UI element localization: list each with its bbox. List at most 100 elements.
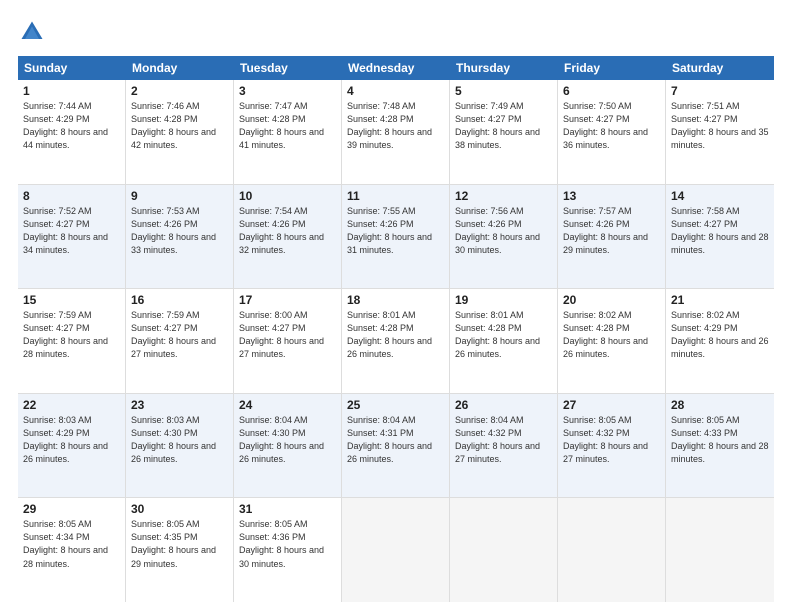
day-number: 20 bbox=[563, 293, 660, 307]
cell-info: Sunrise: 8:05 AMSunset: 4:35 PMDaylight:… bbox=[131, 518, 228, 570]
calendar-cell: 14 Sunrise: 7:58 AMSunset: 4:27 PMDayligh… bbox=[666, 185, 774, 289]
calendar-cell: 26Sunrise: 8:04 AMSunset: 4:32 PMDayligh… bbox=[450, 394, 558, 498]
calendar-cell-empty bbox=[558, 498, 666, 602]
cell-info: Sunrise: 8:01 AMSunset: 4:28 PMDaylight:… bbox=[455, 309, 552, 361]
day-number: 6 bbox=[563, 84, 660, 98]
cell-info: Sunrise: 7:52 AMSunset: 4:27 PMDaylight:… bbox=[23, 205, 120, 257]
cell-info: Sunrise: 7:55 AMSunset: 4:26 PMDaylight:… bbox=[347, 205, 444, 257]
cell-info: Sunrise: 8:03 AMSunset: 4:29 PMDaylight:… bbox=[23, 414, 120, 466]
calendar-cell: 13 Sunrise: 7:57 AMSunset: 4:26 PMDayligh… bbox=[558, 185, 666, 289]
calendar-cell: 22 Sunrise: 8:03 AMSunset: 4:29 PMDayligh… bbox=[18, 394, 126, 498]
calendar-cell: 21 Sunrise: 8:02 AMSunset: 4:29 PMDayligh… bbox=[666, 289, 774, 393]
calendar-cell-empty bbox=[450, 498, 558, 602]
calendar-header-cell: Saturday bbox=[666, 56, 774, 80]
day-number: 29 bbox=[23, 502, 120, 516]
calendar-cell: 29 Sunrise: 8:05 AMSunset: 4:34 PMDayligh… bbox=[18, 498, 126, 602]
calendar: SundayMondayTuesdayWednesdayThursdayFrid… bbox=[18, 56, 774, 602]
cell-info: Sunrise: 8:02 AMSunset: 4:28 PMDaylight:… bbox=[563, 309, 660, 361]
cell-info: Sunrise: 8:03 AMSunset: 4:30 PMDaylight:… bbox=[131, 414, 228, 466]
day-number: 14 bbox=[671, 189, 769, 203]
day-number: 16 bbox=[131, 293, 228, 307]
day-number: 28 bbox=[671, 398, 769, 412]
calendar-week-row: 8 Sunrise: 7:52 AMSunset: 4:27 PMDaylight… bbox=[18, 185, 774, 290]
calendar-week-row: 22 Sunrise: 8:03 AMSunset: 4:29 PMDayligh… bbox=[18, 394, 774, 499]
day-number: 10 bbox=[239, 189, 336, 203]
calendar-week-row: 15 Sunrise: 7:59 AMSunset: 4:27 PMDayligh… bbox=[18, 289, 774, 394]
calendar-header-cell: Friday bbox=[558, 56, 666, 80]
calendar-cell: 24 Sunrise: 8:04 AMSunset: 4:30 PMDayligh… bbox=[234, 394, 342, 498]
cell-info: Sunrise: 7:46 AMSunset: 4:28 PMDaylight:… bbox=[131, 100, 228, 152]
calendar-header-row: SundayMondayTuesdayWednesdayThursdayFrid… bbox=[18, 56, 774, 80]
calendar-cell-empty bbox=[342, 498, 450, 602]
cell-info: Sunrise: 8:04 AMSunset: 4:30 PMDaylight:… bbox=[239, 414, 336, 466]
day-number: 9 bbox=[131, 189, 228, 203]
calendar-header-cell: Monday bbox=[126, 56, 234, 80]
cell-info: Sunrise: 8:02 AMSunset: 4:29 PMDaylight:… bbox=[671, 309, 769, 361]
cell-info: Sunrise: 7:48 AMSunset: 4:28 PMDaylight:… bbox=[347, 100, 444, 152]
day-number: 21 bbox=[671, 293, 769, 307]
calendar-cell: 2Sunrise: 7:46 AMSunset: 4:28 PMDaylight… bbox=[126, 80, 234, 184]
cell-info: Sunrise: 7:51 AMSunset: 4:27 PMDaylight:… bbox=[671, 100, 769, 152]
cell-info: Sunrise: 8:00 AMSunset: 4:27 PMDaylight:… bbox=[239, 309, 336, 361]
calendar-body: 1 Sunrise: 7:44 AMSunset: 4:29 PMDaylight… bbox=[18, 80, 774, 602]
cell-info: Sunrise: 8:04 AMSunset: 4:32 PMDaylight:… bbox=[455, 414, 552, 466]
calendar-cell: 16 Sunrise: 7:59 AMSunset: 4:27 PMDayligh… bbox=[126, 289, 234, 393]
calendar-cell: 10Sunrise: 7:54 AMSunset: 4:26 PMDayligh… bbox=[234, 185, 342, 289]
calendar-cell: 5Sunrise: 7:49 AMSunset: 4:27 PMDaylight… bbox=[450, 80, 558, 184]
day-number: 3 bbox=[239, 84, 336, 98]
calendar-cell: 17Sunrise: 8:00 AMSunset: 4:27 PMDayligh… bbox=[234, 289, 342, 393]
calendar-cell: 18 Sunrise: 8:01 AMSunset: 4:28 PMDayligh… bbox=[342, 289, 450, 393]
day-number: 5 bbox=[455, 84, 552, 98]
logo-icon bbox=[18, 18, 46, 46]
day-number: 31 bbox=[239, 502, 336, 516]
calendar-cell: 27Sunrise: 8:05 AMSunset: 4:32 PMDayligh… bbox=[558, 394, 666, 498]
calendar-header-cell: Wednesday bbox=[342, 56, 450, 80]
day-number: 19 bbox=[455, 293, 552, 307]
day-number: 12 bbox=[455, 189, 552, 203]
day-number: 24 bbox=[239, 398, 336, 412]
page: SundayMondayTuesdayWednesdayThursdayFrid… bbox=[0, 0, 792, 612]
day-number: 8 bbox=[23, 189, 120, 203]
calendar-cell: 4 Sunrise: 7:48 AMSunset: 4:28 PMDaylight… bbox=[342, 80, 450, 184]
calendar-cell: 30 Sunrise: 8:05 AMSunset: 4:35 PMDayligh… bbox=[126, 498, 234, 602]
cell-info: Sunrise: 7:59 AMSunset: 4:27 PMDaylight:… bbox=[131, 309, 228, 361]
calendar-week-row: 29 Sunrise: 8:05 AMSunset: 4:34 PMDayligh… bbox=[18, 498, 774, 602]
day-number: 27 bbox=[563, 398, 660, 412]
calendar-cell: 6 Sunrise: 7:50 AMSunset: 4:27 PMDaylight… bbox=[558, 80, 666, 184]
calendar-cell: 19 Sunrise: 8:01 AMSunset: 4:28 PMDayligh… bbox=[450, 289, 558, 393]
calendar-header-cell: Tuesday bbox=[234, 56, 342, 80]
day-number: 25 bbox=[347, 398, 444, 412]
header bbox=[18, 18, 774, 46]
calendar-header-cell: Sunday bbox=[18, 56, 126, 80]
calendar-cell: 3 Sunrise: 7:47 AMSunset: 4:28 PMDaylight… bbox=[234, 80, 342, 184]
calendar-cell: 20 Sunrise: 8:02 AMSunset: 4:28 PMDayligh… bbox=[558, 289, 666, 393]
day-number: 22 bbox=[23, 398, 120, 412]
calendar-cell: 31Sunrise: 8:05 AMSunset: 4:36 PMDayligh… bbox=[234, 498, 342, 602]
cell-info: Sunrise: 7:50 AMSunset: 4:27 PMDaylight:… bbox=[563, 100, 660, 152]
cell-info: Sunrise: 8:04 AMSunset: 4:31 PMDaylight:… bbox=[347, 414, 444, 466]
cell-info: Sunrise: 8:05 AMSunset: 4:34 PMDaylight:… bbox=[23, 518, 120, 570]
cell-info: Sunrise: 7:44 AMSunset: 4:29 PMDaylight:… bbox=[23, 100, 120, 152]
day-number: 18 bbox=[347, 293, 444, 307]
logo bbox=[18, 18, 50, 46]
day-number: 1 bbox=[23, 84, 120, 98]
day-number: 23 bbox=[131, 398, 228, 412]
day-number: 13 bbox=[563, 189, 660, 203]
calendar-cell: 11 Sunrise: 7:55 AMSunset: 4:26 PMDayligh… bbox=[342, 185, 450, 289]
calendar-cell: 12 Sunrise: 7:56 AMSunset: 4:26 PMDayligh… bbox=[450, 185, 558, 289]
day-number: 30 bbox=[131, 502, 228, 516]
cell-info: Sunrise: 7:47 AMSunset: 4:28 PMDaylight:… bbox=[239, 100, 336, 152]
day-number: 4 bbox=[347, 84, 444, 98]
cell-info: Sunrise: 7:56 AMSunset: 4:26 PMDaylight:… bbox=[455, 205, 552, 257]
day-number: 15 bbox=[23, 293, 120, 307]
cell-info: Sunrise: 7:57 AMSunset: 4:26 PMDaylight:… bbox=[563, 205, 660, 257]
calendar-header-cell: Thursday bbox=[450, 56, 558, 80]
cell-info: Sunrise: 7:58 AMSunset: 4:27 PMDaylight:… bbox=[671, 205, 769, 257]
calendar-week-row: 1 Sunrise: 7:44 AMSunset: 4:29 PMDaylight… bbox=[18, 80, 774, 185]
calendar-cell-empty bbox=[666, 498, 774, 602]
calendar-cell: 23 Sunrise: 8:03 AMSunset: 4:30 PMDayligh… bbox=[126, 394, 234, 498]
day-number: 11 bbox=[347, 189, 444, 203]
cell-info: Sunrise: 7:53 AMSunset: 4:26 PMDaylight:… bbox=[131, 205, 228, 257]
calendar-cell: 28Sunrise: 8:05 AMSunset: 4:33 PMDayligh… bbox=[666, 394, 774, 498]
cell-info: Sunrise: 8:01 AMSunset: 4:28 PMDaylight:… bbox=[347, 309, 444, 361]
